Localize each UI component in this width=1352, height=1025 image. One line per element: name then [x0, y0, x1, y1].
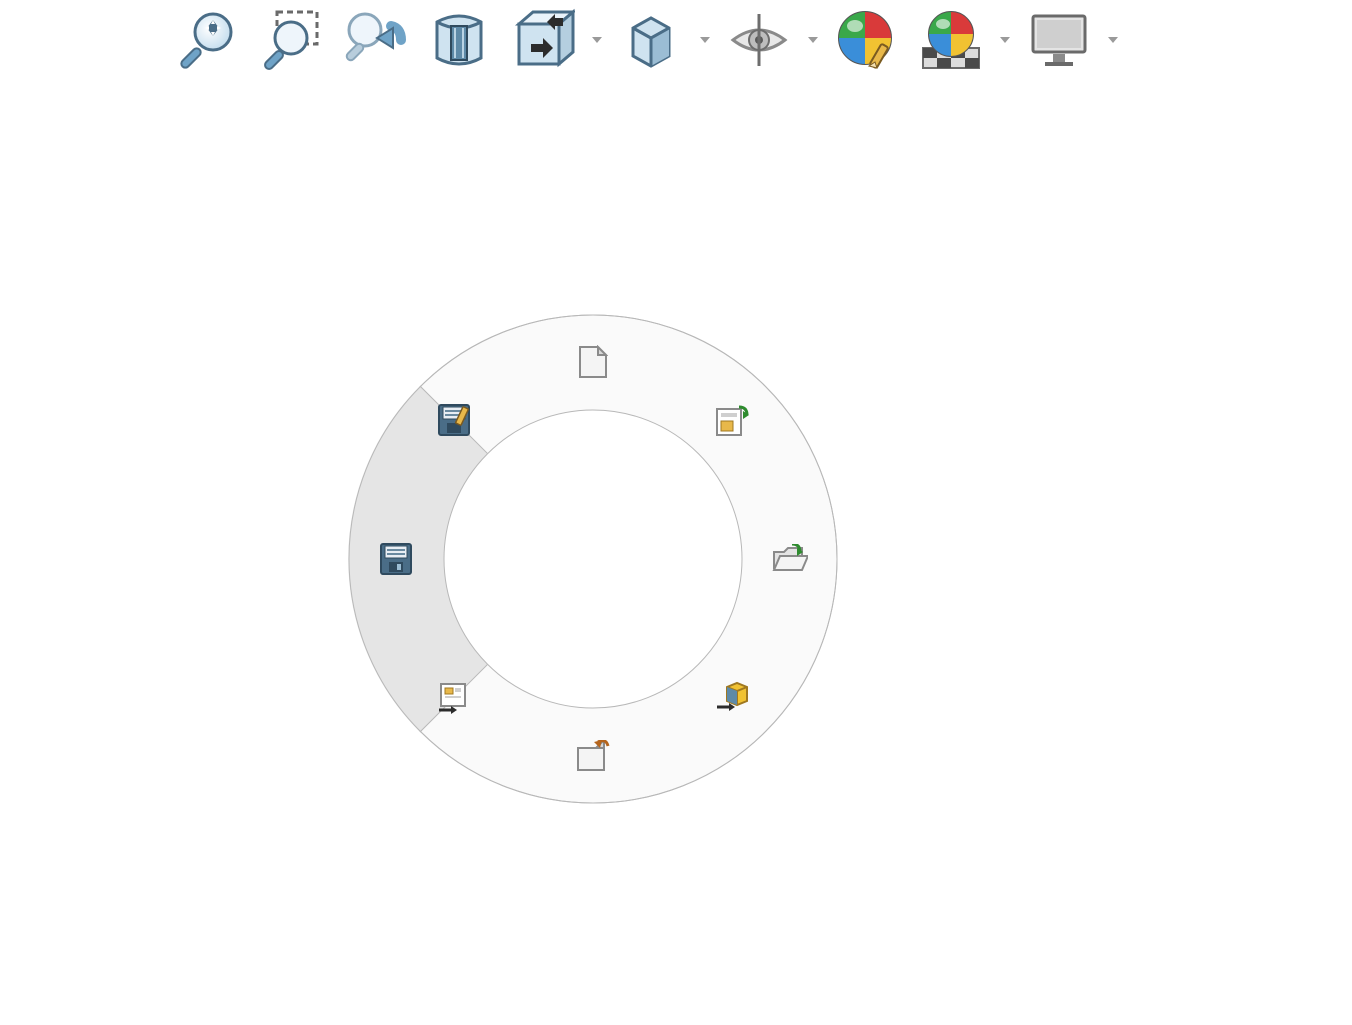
show-hide-icon [727, 8, 791, 72]
chevron-down-icon [1000, 37, 1010, 43]
radial-item-open[interactable] [772, 541, 808, 577]
save-edit-icon [437, 403, 471, 437]
texture-icon [919, 8, 983, 72]
radial-item-export-page[interactable] [436, 680, 472, 716]
clip-sketch-button[interactable] [422, 3, 496, 77]
bounding-box-dropdown[interactable] [590, 3, 604, 77]
texture-dropdown[interactable] [998, 3, 1012, 77]
zoom-previous-button[interactable] [338, 3, 412, 77]
show-hide-dropdown[interactable] [806, 3, 820, 77]
draw-style-dropdown[interactable] [698, 3, 712, 77]
radial-item-merge-project[interactable] [714, 680, 750, 716]
chevron-down-icon [808, 37, 818, 43]
bounding-box-button[interactable] [506, 3, 580, 77]
bounding-box-icon [511, 8, 575, 72]
zoom-fit-icon [175, 8, 239, 72]
open-folder-icon [772, 544, 808, 574]
radial-menu[interactable] [348, 314, 838, 804]
new-file-icon [578, 345, 608, 379]
zoom-previous-icon [343, 8, 407, 72]
appearance-edit-icon [835, 8, 899, 72]
export-part-icon [715, 403, 749, 437]
chevron-down-icon [700, 37, 710, 43]
radial-item-import-page[interactable] [575, 738, 611, 774]
fullscreen-icon [1027, 8, 1091, 72]
import-3d-icon [715, 681, 749, 715]
radial-ring [348, 314, 838, 804]
chevron-down-icon [1108, 37, 1118, 43]
zoom-region-button[interactable] [254, 3, 328, 77]
chevron-down-icon [592, 37, 602, 43]
fullscreen-dropdown[interactable] [1106, 3, 1120, 77]
fullscreen-button[interactable] [1022, 3, 1096, 77]
zoom-region-icon [259, 8, 323, 72]
clip-sketch-icon [427, 8, 491, 72]
show-hide-button[interactable] [722, 3, 796, 77]
view-toolbar [170, 0, 1120, 80]
draw-style-button[interactable] [614, 3, 688, 77]
save-icon [379, 542, 413, 576]
texture-button[interactable] [914, 3, 988, 77]
zoom-fit-button[interactable] [170, 3, 244, 77]
radial-item-save[interactable] [378, 541, 414, 577]
radial-item-new[interactable] [575, 344, 611, 380]
draw-style-icon [619, 8, 683, 72]
appearance-edit-button[interactable] [830, 3, 904, 77]
radial-item-export-part[interactable] [714, 402, 750, 438]
import-page-icon [576, 740, 610, 772]
export-page-icon [437, 682, 471, 714]
radial-item-save-as[interactable] [436, 402, 472, 438]
